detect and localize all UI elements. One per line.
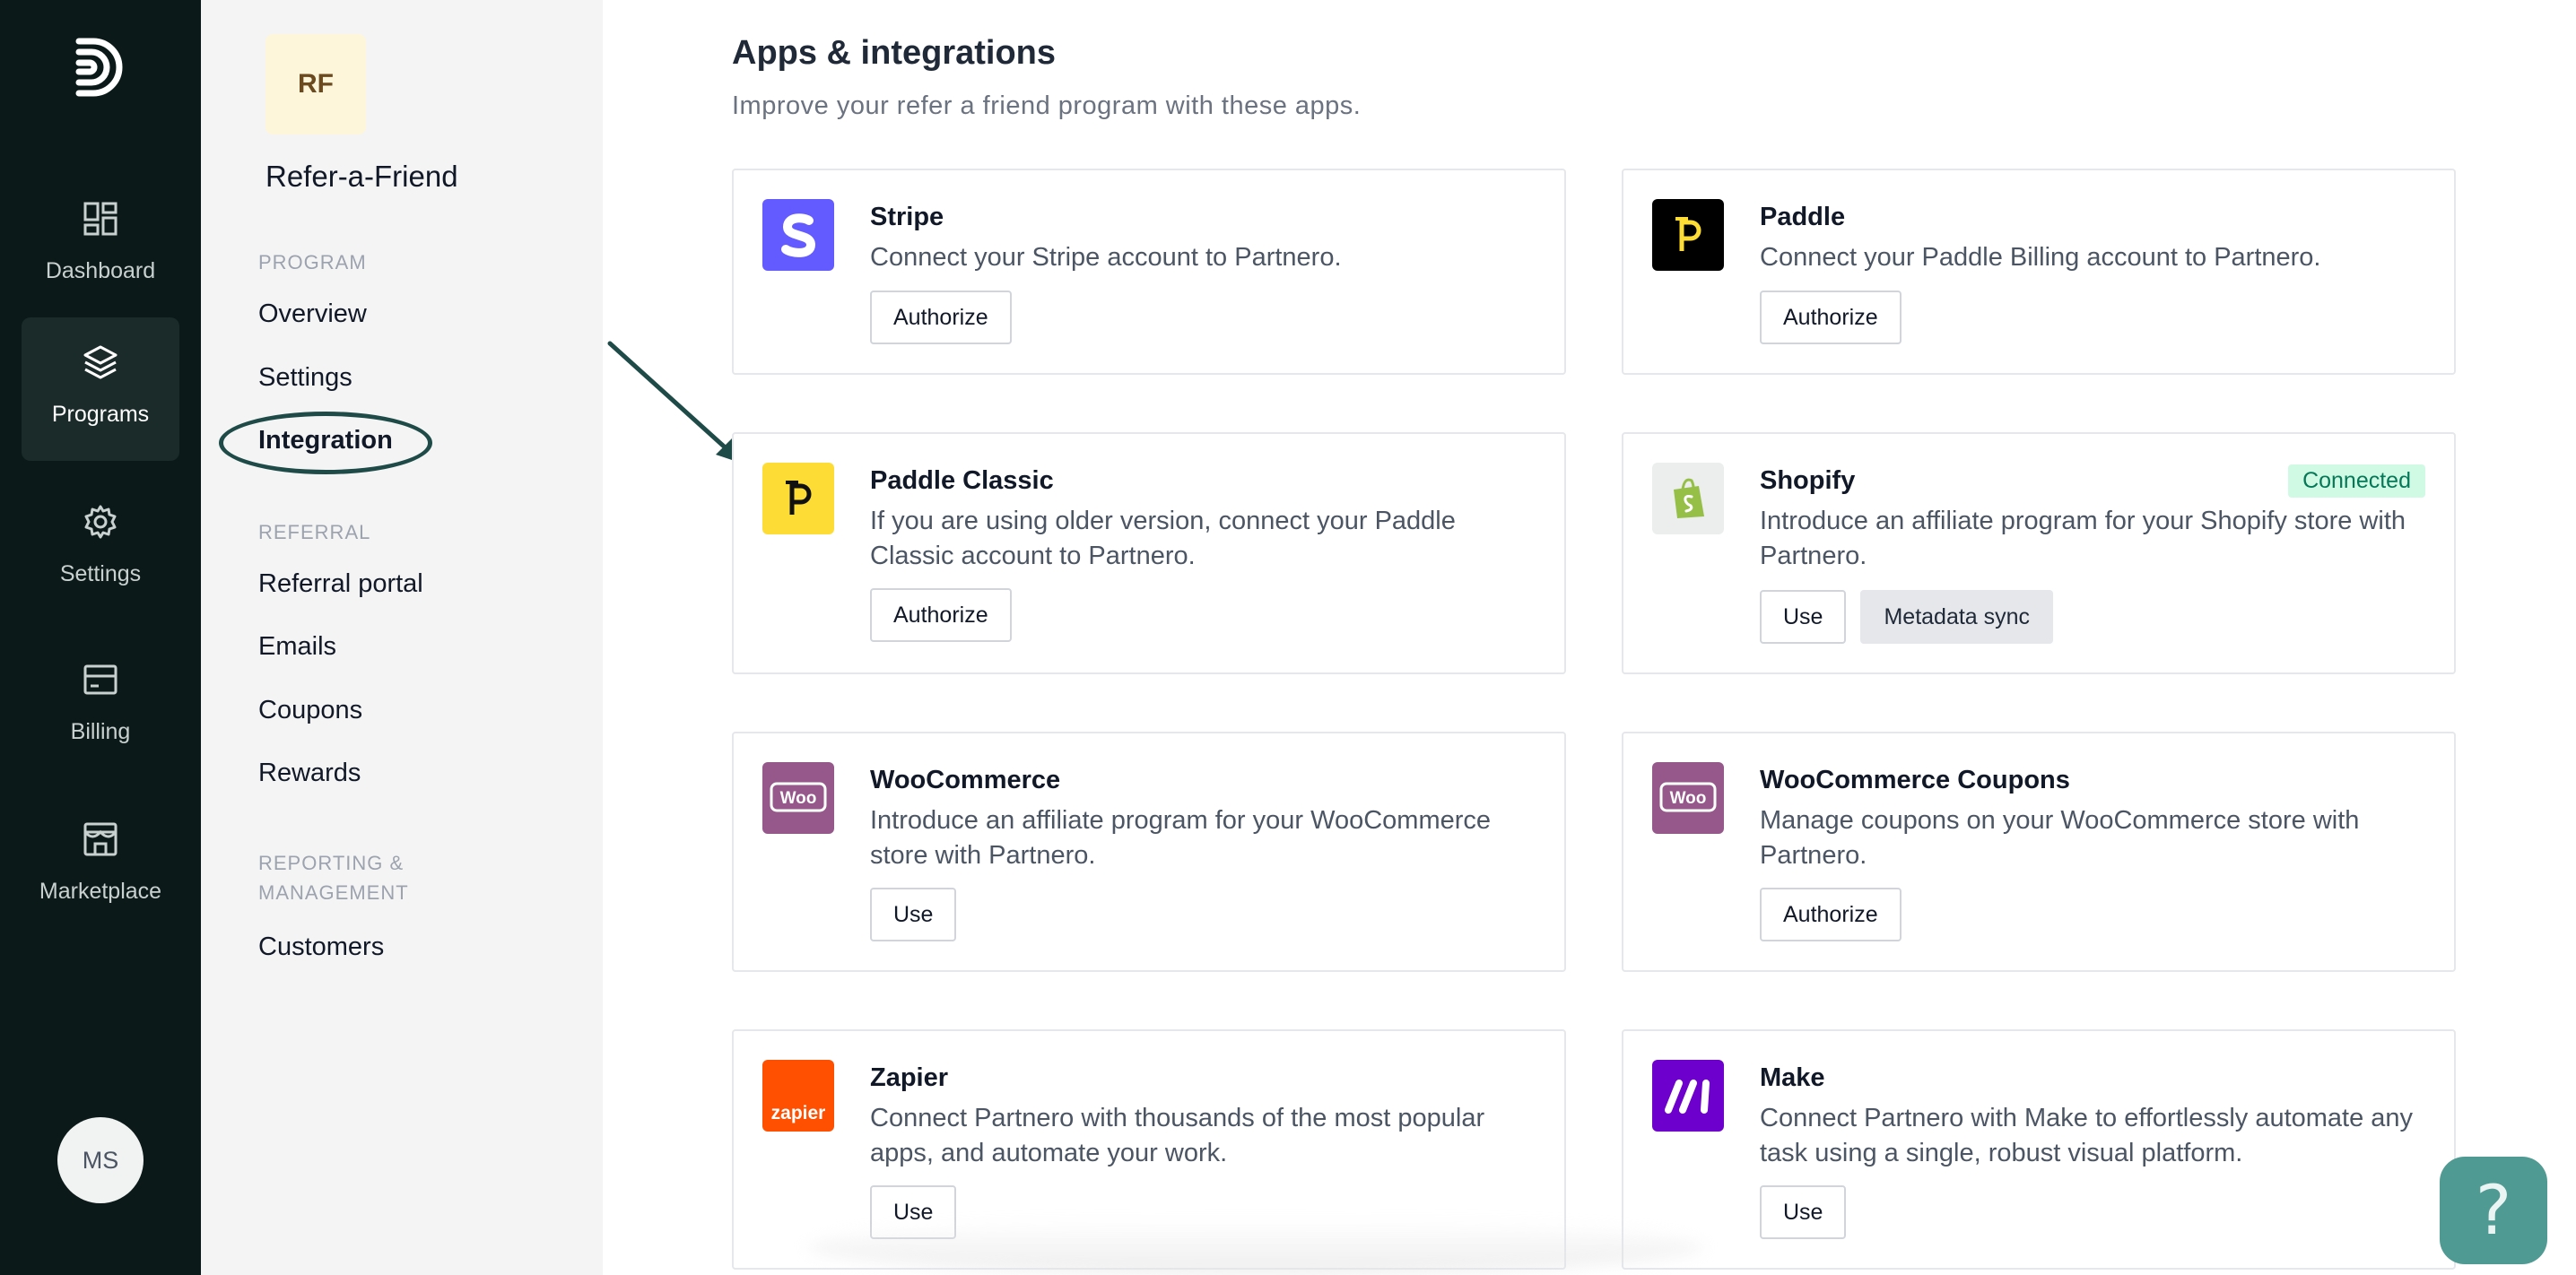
card-title: Paddle	[1760, 203, 1846, 231]
card-description: Connect Partnero with Make to effortless…	[1760, 1104, 2414, 1167]
use-button[interactable]: Use	[870, 888, 957, 941]
gear-icon	[84, 505, 117, 539]
nav-link-customers[interactable]: Customers	[258, 932, 384, 962]
store-icon	[83, 822, 117, 856]
layers-icon	[83, 345, 117, 379]
stripe-logo	[762, 199, 834, 271]
rail-item-billing[interactable]: Billing	[22, 635, 179, 778]
card-description: Introduce an affiliate program for your …	[870, 806, 1492, 870]
svg-text:Woo: Woo	[1670, 789, 1707, 808]
use-button[interactable]: Use	[1760, 1185, 1847, 1239]
nav-link-settings[interactable]: Settings	[258, 363, 352, 393]
card-title: Stripe	[870, 203, 944, 231]
card-title: Paddle Classic	[870, 466, 1054, 495]
nav-link-overview[interactable]: Overview	[258, 299, 367, 329]
program-sidebar: RF Refer-a-Friend PROGRAM Overview Setti…	[201, 0, 603, 1275]
authorize-button[interactable]: Authorize	[870, 588, 1012, 642]
section-heading-referral: REFERRAL	[258, 521, 371, 543]
woocommerce-logo: Woo	[762, 762, 834, 834]
shopify-logo	[1652, 463, 1724, 534]
highlight-ellipse	[219, 412, 432, 474]
authorize-button[interactable]: Authorize	[1760, 888, 1902, 941]
nav-link-coupons[interactable]: Coupons	[258, 696, 362, 725]
card-description: Introduce an affiliate program for your …	[1760, 507, 2406, 570]
integration-card-woocommerce-coupons: Woo WooCommerce Coupons Manage coupons o…	[1622, 732, 2456, 972]
user-avatar[interactable]: MS	[57, 1117, 144, 1203]
card-description: Connect your Stripe account to Partnero.	[870, 243, 1342, 272]
card-title: WooCommerce Coupons	[1760, 766, 2070, 794]
card-description: Connect your Paddle Billing account to P…	[1760, 243, 2321, 272]
rail-item-programs[interactable]: Programs	[22, 317, 179, 461]
metadata-sync-button[interactable]: Metadata sync	[1860, 590, 2054, 644]
rail-label: Settings	[59, 561, 142, 586]
integration-card-paddle: Paddle Connect your Paddle Billing accou…	[1622, 169, 2456, 375]
authorize-button[interactable]: Authorize	[1760, 291, 1902, 344]
integration-card-woocommerce: Woo WooCommerce Introduce an affiliate p…	[732, 732, 1566, 972]
card-title: Shopify	[1760, 466, 1856, 495]
main-rail: Dashboard Programs Settings Billing Mark…	[0, 0, 201, 1275]
rail-item-dashboard[interactable]: Dashboard	[22, 174, 179, 317]
paddle-logo	[1652, 199, 1724, 271]
authorize-button[interactable]: Authorize	[870, 291, 1012, 344]
dashboard-icon	[83, 202, 117, 236]
card-title: Make	[1760, 1063, 1825, 1092]
section-heading-reporting: REPORTING & MANAGEMENT	[258, 852, 409, 904]
partnero-logo[interactable]	[72, 34, 129, 100]
svg-text:zapier: zapier	[771, 1103, 826, 1123]
question-icon: ?	[2475, 1170, 2512, 1250]
paddle-classic-logo	[762, 463, 834, 534]
integration-card-make: Make Connect Partnero with Make to effor…	[1622, 1029, 2456, 1270]
card-title: Zapier	[870, 1063, 949, 1092]
rail-item-marketplace[interactable]: Marketplace	[22, 794, 179, 938]
woocommerce-logo: Woo	[1652, 762, 1724, 834]
help-button[interactable]: ?	[2440, 1157, 2547, 1264]
page-subtitle: Improve your refer a friend program with…	[732, 91, 1362, 120]
card-description: If you are using older version, connect …	[870, 507, 1456, 570]
integration-card-shopify: Shopify Connected Introduce an affiliate…	[1622, 432, 2456, 674]
program-avatar: RF	[265, 34, 366, 134]
rail-label: Billing	[70, 719, 131, 744]
program-name: Refer-a-Friend	[265, 160, 458, 193]
bottom-shadow	[807, 1219, 1704, 1275]
page-title: Apps & integrations	[732, 34, 1057, 72]
annotation-arrow	[607, 341, 743, 464]
svg-text:Woo: Woo	[780, 789, 817, 808]
integration-card-paddle-classic: Paddle Classic If you are using older ve…	[732, 432, 1566, 674]
use-button[interactable]: Use	[1760, 590, 1847, 644]
nav-link-emails[interactable]: Emails	[258, 632, 336, 662]
zapier-logo: zapier	[762, 1060, 834, 1132]
nav-link-referral-portal[interactable]: Referral portal	[258, 569, 423, 599]
nav-link-rewards[interactable]: Rewards	[258, 759, 361, 788]
billing-icon	[83, 664, 117, 695]
integration-card-stripe: Stripe Connect your Stripe account to Pa…	[732, 169, 1566, 375]
rail-item-settings[interactable]: Settings	[22, 477, 179, 620]
connected-badge: Connected	[2288, 464, 2425, 498]
rail-label: Dashboard	[45, 258, 156, 283]
card-description: Manage coupons on your WooCommerce store…	[1760, 806, 2360, 870]
card-title: WooCommerce	[870, 766, 1061, 794]
card-description: Connect Partnero with thousands of the m…	[870, 1104, 1485, 1167]
rail-label: Programs	[51, 402, 150, 427]
section-heading-program: PROGRAM	[258, 251, 367, 273]
make-logo	[1652, 1060, 1724, 1132]
rail-label: Marketplace	[39, 879, 162, 904]
